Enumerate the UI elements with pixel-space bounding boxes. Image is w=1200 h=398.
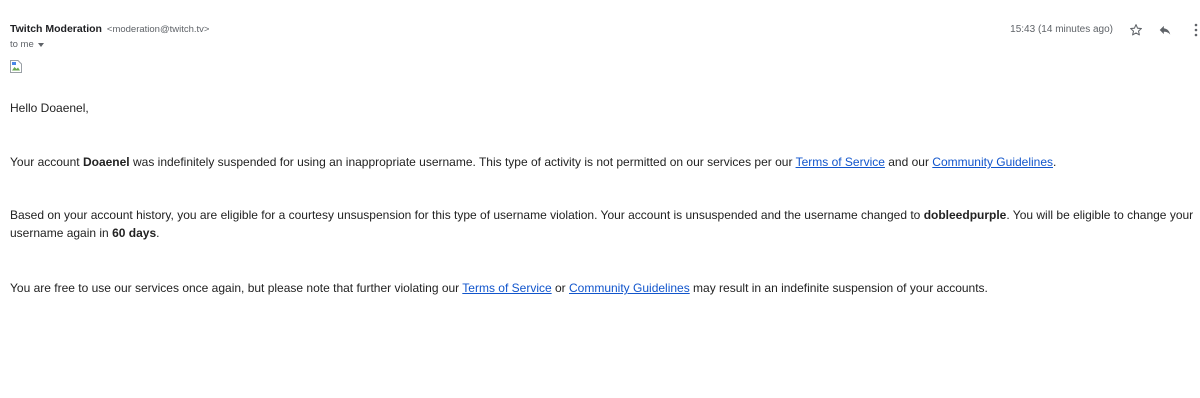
community-guidelines-link[interactable]: Community Guidelines (932, 155, 1053, 169)
message-actions: 15:43 (14 minutes ago) (1000, 22, 1200, 38)
p3-text-1: You are free to use our services once ag… (10, 281, 463, 295)
p2-text-3: . (156, 226, 160, 240)
community-guidelines-link-2[interactable]: Community Guidelines (569, 281, 690, 295)
terms-of-service-link-2[interactable]: Terms of Service (462, 281, 551, 295)
p3-text-2: or (551, 281, 569, 295)
timestamp: 15:43 (14 minutes ago) (1010, 24, 1113, 35)
paragraph-warning: You are free to use our services once ag… (10, 279, 1190, 297)
p2-days: 60 days (112, 226, 157, 240)
p1-text-3: and our (884, 155, 933, 169)
p2-new-username: dobleedpurple (923, 208, 1007, 222)
p3-text-3: may result in an indefinite suspension o… (689, 281, 988, 295)
sender-name[interactable]: Twitch Moderation (10, 23, 102, 35)
paragraph-unsuspension: Based on your account history, you are e… (10, 206, 1195, 242)
greeting: Hello Doaenel, (10, 101, 89, 115)
more-vert-icon[interactable] (1192, 22, 1200, 38)
broken-image-icon (10, 60, 22, 73)
paragraph-suspension: Your account Doaenel was indefinitely su… (10, 153, 1190, 171)
recipient-dropdown[interactable]: to me (10, 39, 44, 50)
p1-text-2: was indefinitely suspended for using an … (129, 155, 796, 169)
star-icon[interactable] (1128, 22, 1144, 38)
p1-text-1: Your account (10, 155, 83, 169)
p1-username: Doaenel (82, 155, 130, 169)
p1-text-4: . (1053, 155, 1057, 169)
reply-icon[interactable] (1157, 22, 1173, 38)
sender-email: <moderation@twitch.tv> (106, 24, 210, 35)
recipient-label: to me (10, 39, 34, 50)
chevron-down-icon (37, 43, 44, 47)
p2-text-1: Based on your account history, you are e… (10, 208, 924, 222)
terms-of-service-link[interactable]: Terms of Service (796, 155, 885, 169)
